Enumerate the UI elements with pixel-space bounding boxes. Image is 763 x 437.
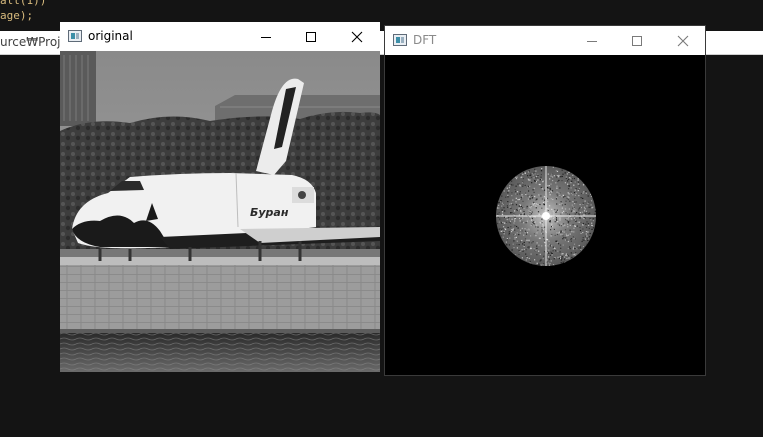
maximize-button[interactable] (614, 26, 660, 55)
original-image: Буран (60, 51, 380, 372)
title-bar[interactable]: original (60, 22, 380, 51)
close-button[interactable] (660, 26, 706, 55)
app-icon (68, 30, 82, 42)
frequency-spectrum (496, 166, 596, 266)
maximize-icon (306, 31, 316, 42)
window-title: original (88, 29, 133, 43)
code-line: all(1)) (0, 0, 47, 7)
maximize-button[interactable] (288, 22, 334, 51)
close-button[interactable] (334, 22, 380, 51)
close-icon (677, 35, 689, 46)
maximize-icon (632, 35, 642, 46)
title-bar[interactable]: DFT (385, 26, 705, 55)
minimize-icon (261, 36, 271, 38)
original-window[interactable]: original Буран (60, 22, 380, 372)
dft-window[interactable]: DFT (384, 25, 706, 376)
dft-spectrum-image (385, 55, 705, 375)
window-title: DFT (413, 33, 437, 47)
minimize-button[interactable] (243, 22, 289, 51)
shuttle-lettering: Буран (250, 206, 289, 219)
minimize-icon (587, 40, 597, 42)
minimize-button[interactable] (569, 26, 615, 55)
app-icon (393, 34, 407, 46)
code-line: age); (0, 9, 34, 22)
path-text: urce₩Proje (0, 35, 68, 49)
close-icon (351, 31, 363, 42)
buran-shuttle-photo: Буран (60, 51, 380, 372)
